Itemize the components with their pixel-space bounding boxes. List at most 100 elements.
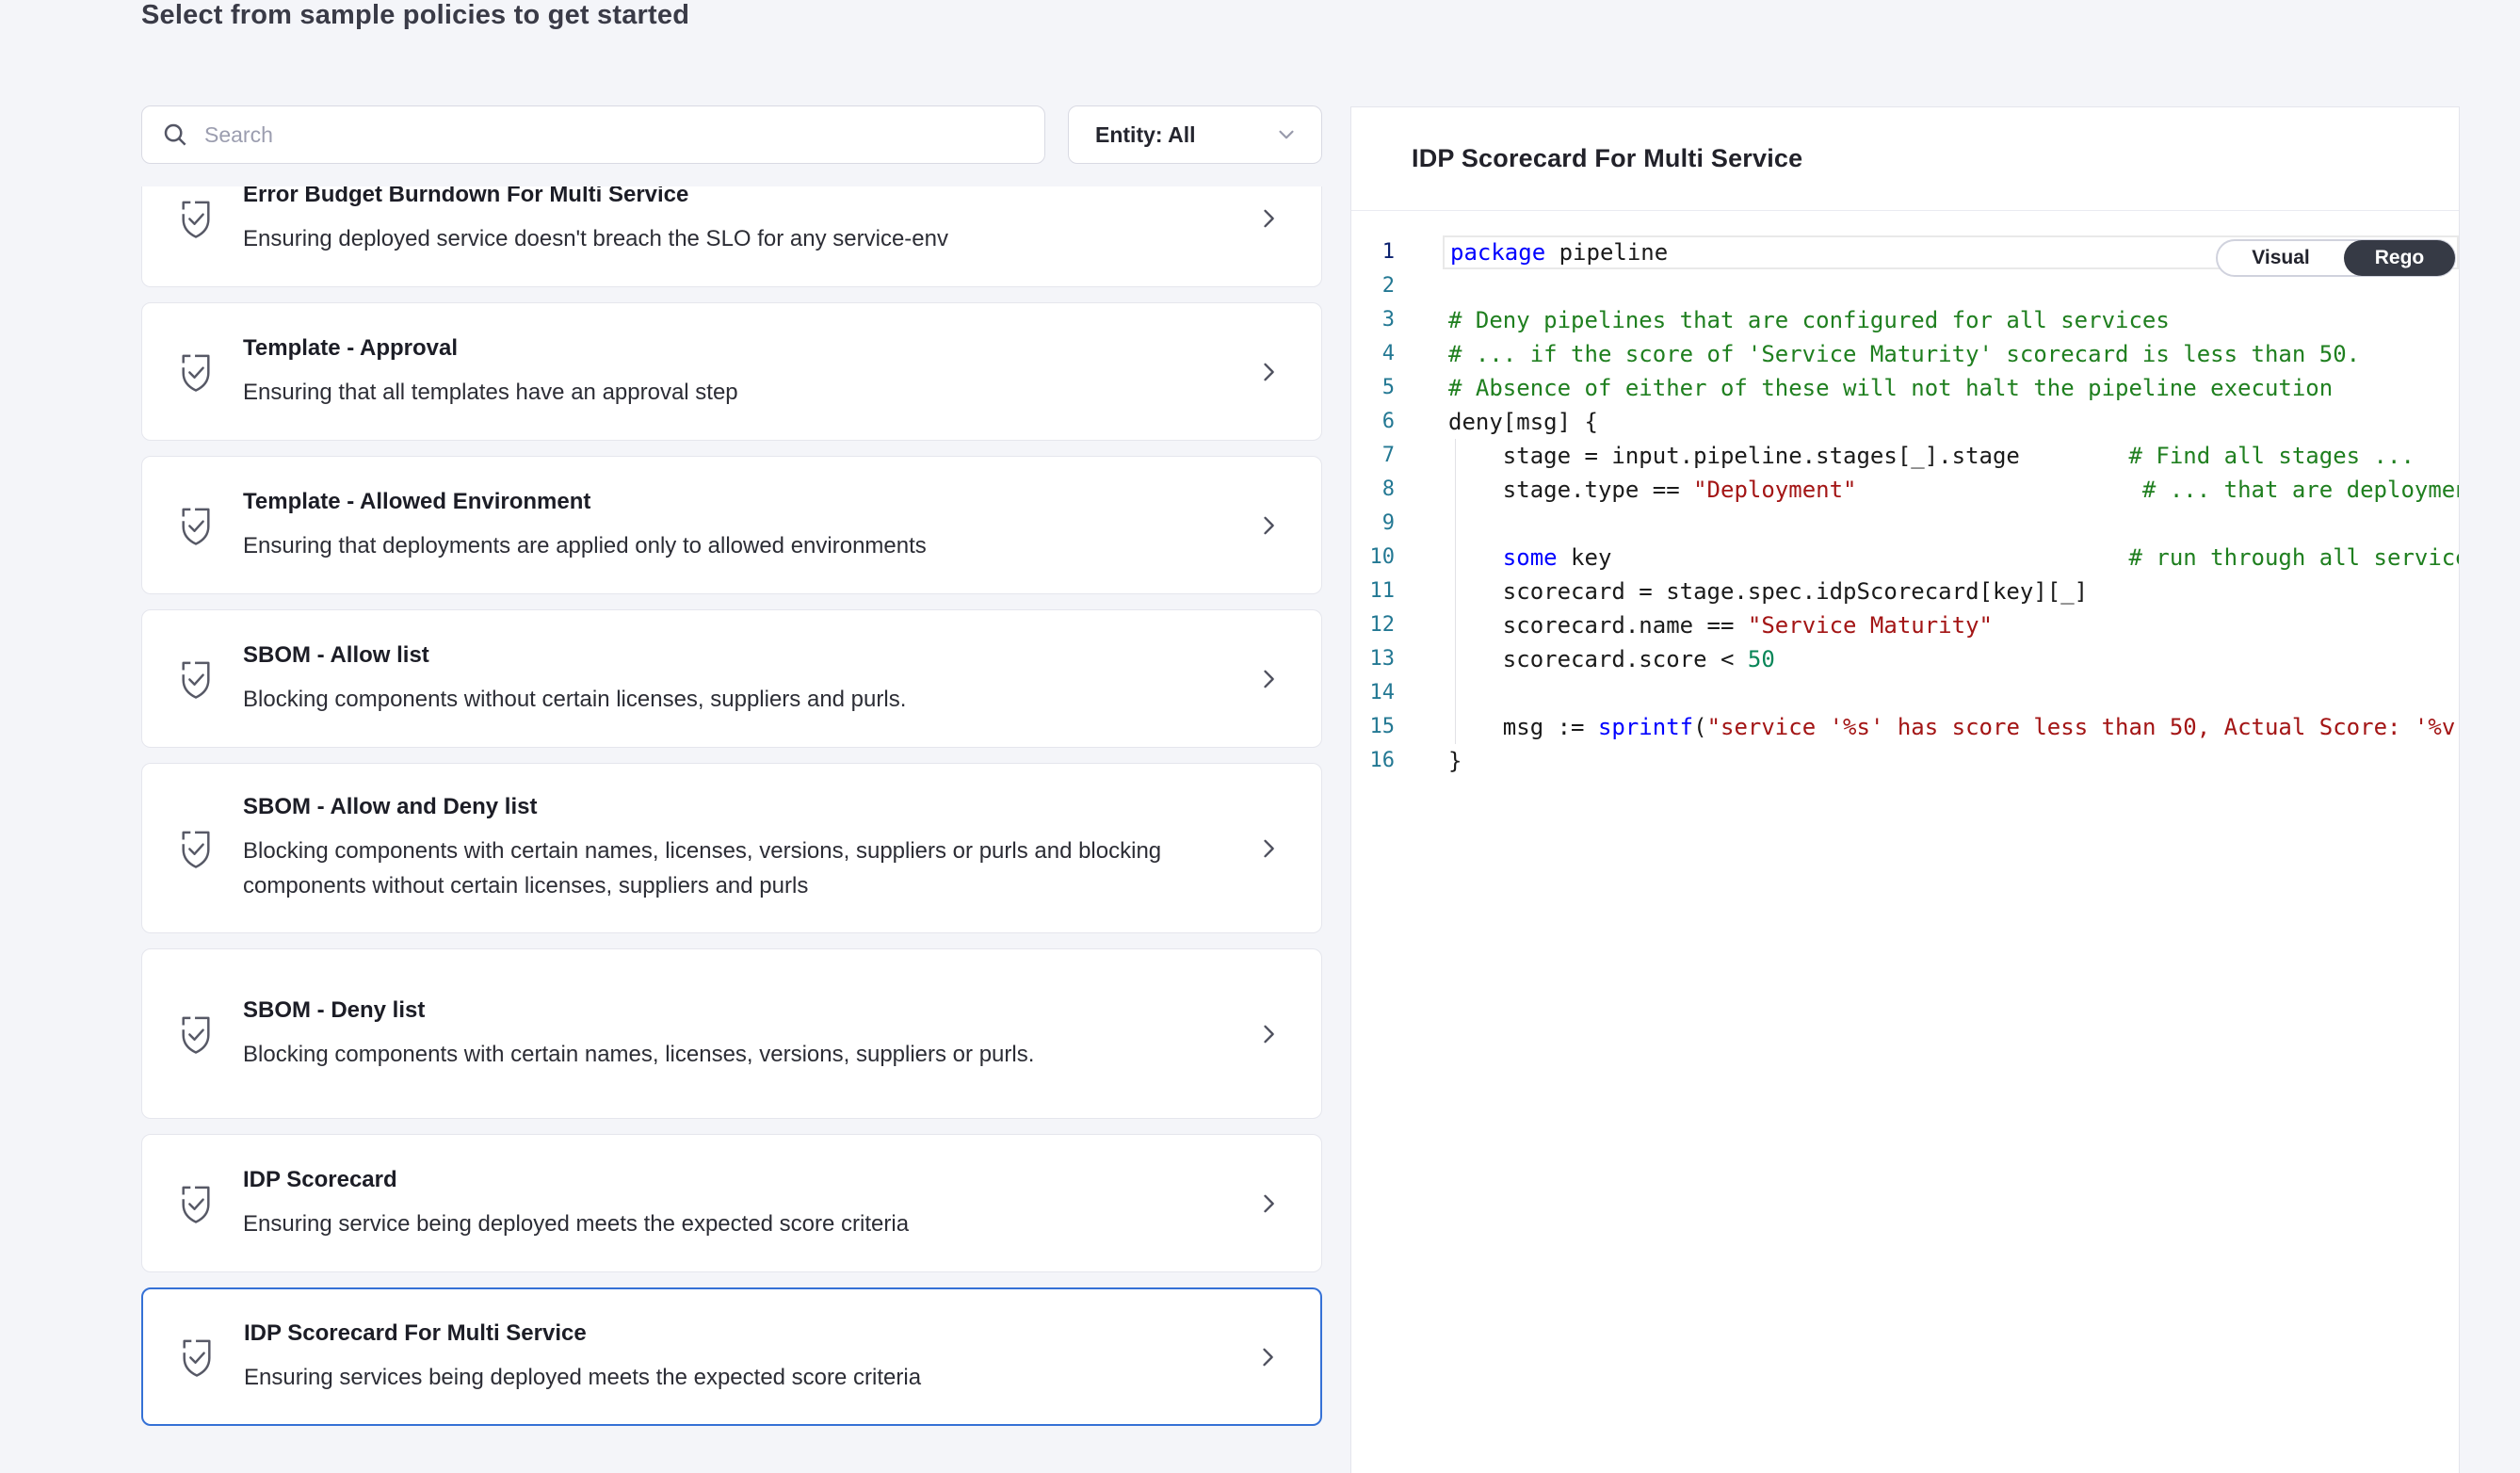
code-line-content: scorecard.score < 50 [1443,642,2459,676]
search-box[interactable] [141,105,1045,164]
line-number: 11 [1351,575,1395,608]
code-line: 4 # ... if the score of 'Service Maturity… [1351,337,2459,371]
shield-check-icon [178,1183,214,1224]
chevron-right-icon [1255,665,1282,693]
line-number: 1 [1351,235,1395,269]
code-line-content: some key # run through all services [1443,541,2459,575]
code-line: 7 stage = input.pipeline.stages[_].stage… [1351,439,2459,473]
code-line: 9 [1351,507,2459,541]
code-line: 16} [1351,744,2459,778]
chevron-right-icon [1255,358,1282,386]
policy-list-item-selected[interactable]: IDP Scorecard For Multi Service Ensuring… [141,1287,1322,1426]
code-line-content: scorecard = stage.spec.idpScorecard[key]… [1443,575,2459,608]
code-line-content: msg := sprintf("service '%s' has score l… [1443,710,2459,744]
policy-desc: Blocking components with certain names, … [243,834,1236,903]
policy-title: SBOM - Allow and Deny list [243,793,1236,821]
line-number: 6 [1351,405,1395,439]
policy-title: SBOM - Allow list [243,641,906,670]
policy-desc: Blocking components with certain names, … [243,1037,1034,1072]
code-line: 10 some key # run through all services [1351,541,2459,575]
chevron-right-icon [1255,204,1282,233]
policy-desc: Blocking components without certain lice… [243,682,906,717]
shield-check-icon [178,198,214,239]
entity-filter-dropdown[interactable]: Entity: All [1068,105,1322,164]
policy-list: Error Budget Burndown For Multi Service … [141,186,1322,1473]
line-number: 13 [1351,642,1395,676]
policy-title: IDP Scorecard [243,1166,909,1194]
detail-title: IDP Scorecard For Multi Service [1412,144,1802,173]
policy-detail-panel: IDP Scorecard For Multi Service Visual R… [1350,106,2460,1473]
visual-rego-toggle[interactable]: Visual Rego [2216,239,2456,277]
line-number: 8 [1351,473,1395,507]
policy-desc: Ensuring deployed service doesn't breach… [243,221,948,256]
toggle-visual-button[interactable]: Visual [2218,241,2344,275]
code-line-content: # ... if the score of 'Service Maturity'… [1443,337,2459,371]
policy-title: IDP Scorecard For Multi Service [244,1319,921,1348]
line-number: 5 [1351,371,1395,405]
line-number: 10 [1351,541,1395,575]
code-line-content: deny[msg] { [1443,405,2459,439]
detail-header: IDP Scorecard For Multi Service [1351,107,2459,211]
code-line: 13 scorecard.score < 50 [1351,642,2459,676]
policy-list-item[interactable]: SBOM - Allow and Deny list Blocking comp… [141,763,1322,933]
search-input[interactable] [204,122,1026,148]
policy-title: Error Budget Burndown For Multi Service [243,186,948,209]
toggle-rego-button[interactable]: Rego [2344,240,2455,276]
policy-list-item[interactable]: IDP Scorecard Ensuring service being dep… [141,1134,1322,1272]
policy-desc: Ensuring that deployments are applied on… [243,528,927,563]
code-line-content: stage.type == "Deployment" # ... that ar… [1443,473,2459,507]
shield-check-icon [178,351,214,393]
shield-check-icon [178,828,214,869]
code-line-content: # Deny pipelines that are configured for… [1443,303,2459,337]
line-number: 4 [1351,337,1395,371]
policy-title: SBOM - Deny list [243,996,1034,1025]
shield-check-icon [178,658,214,700]
code-line-content: stage = input.pipeline.stages[_].stage #… [1443,439,2459,473]
chevron-right-icon [1255,834,1282,863]
code-line: 14 [1351,676,2459,710]
line-number: 12 [1351,608,1395,642]
line-number: 15 [1351,710,1395,744]
policy-list-item[interactable]: SBOM - Allow list Blocking components wi… [141,609,1322,748]
code-line: 6 deny[msg] { [1351,405,2459,439]
indent-guide [1455,439,1456,744]
chevron-right-icon [1254,1343,1281,1371]
code-line: 11 scorecard = stage.spec.idpScorecard[k… [1351,575,2459,608]
line-number: 3 [1351,303,1395,337]
code-line: 3 # Deny pipelines that are configured fo… [1351,303,2459,337]
chevron-right-icon [1255,511,1282,540]
policy-title: Template - Allowed Environment [243,488,927,516]
code-line: 12 scorecard.name == "Service Maturity" [1351,608,2459,642]
rego-code-editor[interactable]: 1package pipeline23# Deny pipelines that… [1351,211,2459,1473]
policy-title: Template - Approval [243,334,738,363]
line-number: 9 [1351,507,1395,541]
line-number: 2 [1351,269,1395,303]
code-line: 8 stage.type == "Deployment" # ... that … [1351,473,2459,507]
code-line-content [1443,507,2459,541]
code-line: 15 msg := sprintf("service '%s' has scor… [1351,710,2459,744]
line-number: 14 [1351,676,1395,710]
code-line-content [1443,676,2459,710]
code-line-content: # Absence of either of these will not ha… [1443,371,2459,405]
policy-desc: Ensuring services being deployed meets t… [244,1360,921,1395]
shield-check-icon [178,505,214,546]
chevron-right-icon [1255,1020,1282,1048]
policy-list-item[interactable]: Template - Allowed Environment Ensuring … [141,456,1322,594]
page-title: Select from sample policies to get start… [141,0,689,34]
policy-desc: Ensuring that all templates have an appr… [243,375,738,410]
entity-filter-label: Entity: All [1095,122,1274,148]
shield-check-icon [179,1336,215,1378]
line-number: 7 [1351,439,1395,473]
shield-check-icon [178,1013,214,1055]
code-line-content: scorecard.name == "Service Maturity" [1443,608,2459,642]
code-lines: 1package pipeline23# Deny pipelines that… [1351,235,2459,778]
line-number: 16 [1351,744,1395,778]
policy-list-item[interactable]: SBOM - Deny list Blocking components wit… [141,948,1322,1119]
code-line-content: } [1443,744,2459,778]
chevron-right-icon [1255,1190,1282,1218]
search-icon [161,121,189,149]
code-line: 5 # Absence of either of these will not h… [1351,371,2459,405]
policy-list-item[interactable]: Error Budget Burndown For Multi Service … [141,186,1322,287]
policy-list-item[interactable]: Template - Approval Ensuring that all te… [141,302,1322,441]
policy-desc: Ensuring service being deployed meets th… [243,1206,909,1241]
